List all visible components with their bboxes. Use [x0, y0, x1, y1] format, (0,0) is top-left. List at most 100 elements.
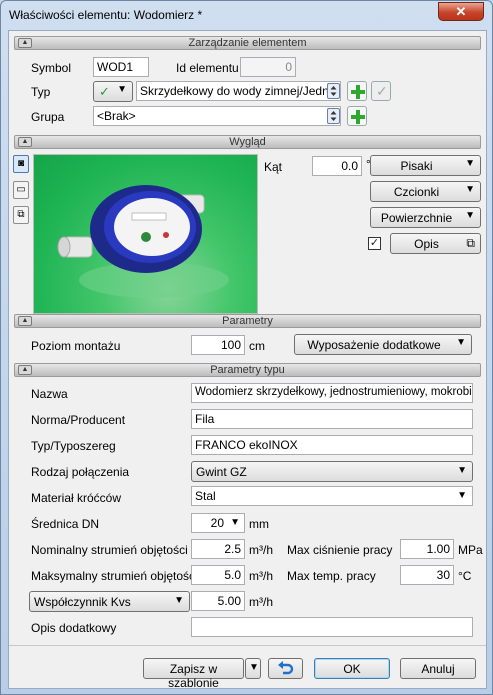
- connection-value: Gwint GZ: [196, 465, 247, 479]
- section-params-header[interactable]: ▲ Parametry: [14, 314, 481, 328]
- material-value: Stal: [195, 489, 216, 503]
- section-title: Zarządzanie elementem: [188, 37, 307, 49]
- confirm-type-button[interactable]: ✓: [371, 81, 391, 101]
- name-input[interactable]: Wodomierz skrzydełkowy, jednostrumieniow…: [191, 383, 473, 403]
- folder-icon[interactable]: ▭: [13, 181, 29, 199]
- kvs-unit: m³/h: [249, 595, 273, 609]
- type-value: Skrzydełkowy do wody zimnej/Jednost: [140, 84, 341, 98]
- max-flow-input[interactable]: 5.0: [191, 565, 245, 585]
- max-flow-unit: m³/h: [249, 569, 273, 583]
- symbol-label: Symbol: [31, 61, 72, 75]
- connection-select[interactable]: Gwint GZ ▼: [191, 461, 473, 482]
- chevron-down-icon: ▼: [174, 595, 184, 606]
- section-management-header[interactable]: ▲ Zarządzanie elementem: [14, 36, 481, 50]
- element-id-input[interactable]: 0: [240, 57, 296, 77]
- window-title: Właściwości elementu: Wodomierz *: [9, 8, 203, 22]
- material-label: Materiał króćców: [31, 491, 122, 505]
- nominal-flow-input[interactable]: 2.5: [191, 539, 245, 559]
- material-select[interactable]: Stal ▼: [191, 486, 473, 506]
- additional-equipment-button[interactable]: Wyposażenie dodatkowe ▼: [294, 334, 472, 355]
- chevron-down-icon: ▼: [465, 158, 475, 169]
- water-meter-picture: [57, 185, 229, 298]
- chevron-down-icon: ▼: [456, 337, 466, 348]
- camera-icon[interactable]: ◙: [13, 155, 29, 173]
- dialog-body: ▲ Zarządzanie elementem Symbol WOD1 Id e…: [8, 30, 487, 690]
- dn-unit: mm: [249, 517, 269, 531]
- undo-icon: [278, 661, 294, 675]
- type-series-input[interactable]: FRANCO ekoINOX: [191, 435, 473, 455]
- dn-value: 20: [210, 516, 224, 530]
- name-label: Nazwa: [31, 387, 68, 401]
- fonts-label: Czcionki: [393, 185, 440, 199]
- footer-divider: [9, 645, 486, 646]
- chevron-down-icon: ▼: [465, 210, 475, 221]
- description-checkbox[interactable]: ✓: [368, 237, 381, 250]
- norm-label: Norma/Producent: [31, 413, 126, 427]
- chevron-down-icon: ▼: [457, 465, 467, 476]
- pens-label: Pisaki: [400, 159, 433, 173]
- plus-icon: [351, 110, 365, 124]
- kvs-select[interactable]: Współczynnik Kvs ▼: [29, 591, 190, 612]
- angle-input[interactable]: 0.0: [312, 156, 362, 176]
- external-icon: ⧉: [466, 236, 475, 250]
- section-title: Parametry typu: [210, 364, 285, 376]
- surfaces-label: Powierzchnie: [380, 211, 453, 225]
- undo-button[interactable]: [268, 658, 303, 679]
- ok-button[interactable]: OK: [314, 658, 390, 679]
- kvs-label: Współczynnik Kvs: [34, 595, 131, 609]
- symbol-input[interactable]: WOD1: [93, 57, 149, 77]
- section-appearance-header[interactable]: ▲ Wygląd: [14, 135, 481, 149]
- group-select[interactable]: <Brak>: [93, 106, 341, 126]
- chevron-down-icon: ▼: [465, 184, 475, 195]
- dn-label: Średnica DN: [31, 517, 100, 531]
- chevron-down-icon: ▼: [457, 490, 467, 501]
- close-button[interactable]: ✕: [438, 2, 484, 21]
- element-id-label: Id elementu: [176, 61, 239, 75]
- type-check-dropdown[interactable]: ✓ ▼: [93, 81, 133, 102]
- ok-label: OK: [343, 662, 361, 676]
- title-bar[interactable]: Właściwości elementu: Wodomierz * ✕: [1, 1, 492, 29]
- fonts-button[interactable]: Czcionki ▼: [370, 181, 481, 202]
- group-label: Grupa: [31, 110, 65, 124]
- max-temp-unit: °C: [458, 569, 472, 583]
- angle-label: Kąt: [264, 160, 283, 174]
- add-group-button[interactable]: [347, 106, 367, 126]
- description-button[interactable]: Opis ⧉: [390, 233, 481, 254]
- max-pressure-unit: MPa: [458, 543, 483, 557]
- type-label: Typ: [31, 85, 51, 99]
- description-label: Opis: [414, 237, 439, 251]
- copy-icon[interactable]: ⧉: [13, 206, 29, 224]
- kvs-input[interactable]: 5.00: [191, 591, 245, 611]
- save-template-button[interactable]: Zapisz w szablonie: [143, 658, 244, 690]
- surfaces-button[interactable]: Powierzchnie ▼: [370, 207, 481, 228]
- extra-description-input[interactable]: [191, 617, 473, 637]
- save-template-dropdown[interactable]: ▼: [245, 658, 261, 679]
- chevron-down-icon: ▼: [230, 517, 240, 528]
- max-pressure-input[interactable]: 1.00: [400, 539, 454, 559]
- preview-image: [33, 154, 258, 314]
- dn-select[interactable]: 20 ▼: [191, 513, 245, 533]
- plus-icon: [351, 85, 365, 99]
- nominal-flow-label: Nominalny strumień objętości: [31, 543, 188, 557]
- connection-label: Rodzaj połączenia: [31, 465, 130, 479]
- section-title: Wygląd: [229, 136, 266, 148]
- max-pressure-label: Max ciśnienie pracy: [287, 543, 393, 557]
- extra-description-label: Opis dodatkowy: [31, 621, 117, 635]
- type-spinner[interactable]: [327, 83, 340, 99]
- max-temp-input[interactable]: 30: [400, 565, 454, 585]
- section-title: Parametry: [222, 315, 273, 327]
- mount-level-input[interactable]: 100: [191, 335, 245, 355]
- add-type-button[interactable]: [347, 81, 367, 101]
- type-series-label: Typ/Typoszereg: [31, 439, 116, 453]
- checkmark-icon: ✓: [99, 84, 110, 99]
- max-flow-label: Maksymalny strumień objętości: [31, 569, 198, 583]
- group-spinner[interactable]: [327, 108, 340, 124]
- norm-input[interactable]: Fila: [191, 409, 473, 429]
- spinner-icon: [330, 86, 337, 96]
- cancel-label: Anuluj: [421, 662, 455, 676]
- type-select[interactable]: Skrzydełkowy do wody zimnej/Jednost: [136, 81, 341, 101]
- chevron-down-icon: ▼: [117, 84, 127, 95]
- section-type-params-header[interactable]: ▲ Parametry typu: [14, 363, 481, 377]
- pens-button[interactable]: Pisaki ▼: [370, 155, 481, 176]
- cancel-button[interactable]: Anuluj: [400, 658, 476, 679]
